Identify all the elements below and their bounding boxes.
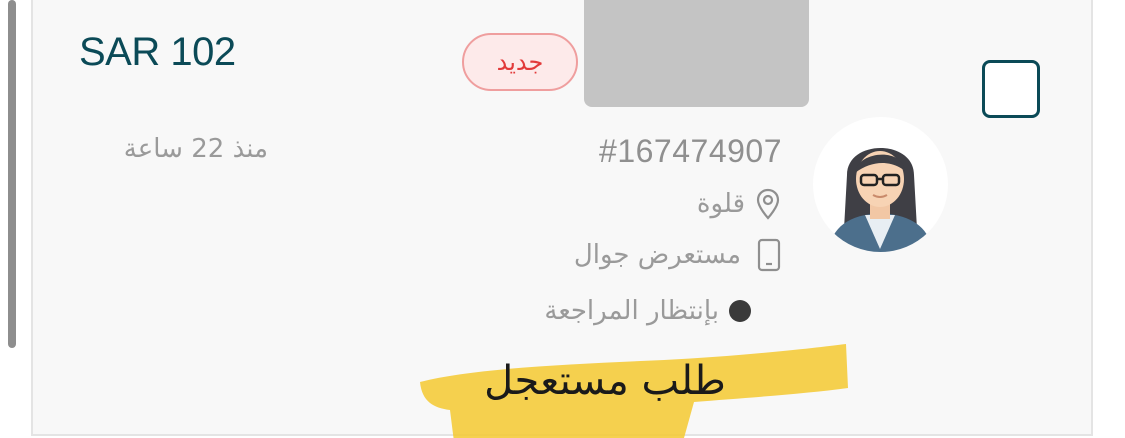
scrollbar[interactable]: [8, 0, 16, 348]
order-time-ago: منذ 22 ساعة: [123, 134, 268, 164]
location-text: قلوة: [696, 189, 745, 219]
status-text: بإنتظار المراجعة: [544, 296, 719, 326]
location-pin-icon: [755, 188, 781, 220]
order-price: SAR 102: [79, 30, 236, 74]
urgent-note: طلب مستعجل: [484, 358, 726, 404]
location-row: قلوة: [697, 188, 781, 220]
order-id: #167474907: [599, 133, 782, 169]
select-order-checkbox[interactable]: [982, 60, 1040, 118]
device-text: مستعرض جوال: [573, 240, 741, 270]
order-list-page: SAR 102 جديد منذ 22 ساعة #167474907 قلوة…: [0, 0, 1125, 438]
user-avatar-icon: [813, 117, 948, 252]
device-row: مستعرض جوال: [574, 238, 781, 272]
product-thumbnail: [584, 0, 809, 107]
status-row: بإنتظار المراجعة: [544, 296, 751, 326]
new-badge: جديد: [462, 33, 578, 91]
mobile-phone-icon: [757, 238, 781, 272]
status-dot-icon: [729, 300, 751, 322]
